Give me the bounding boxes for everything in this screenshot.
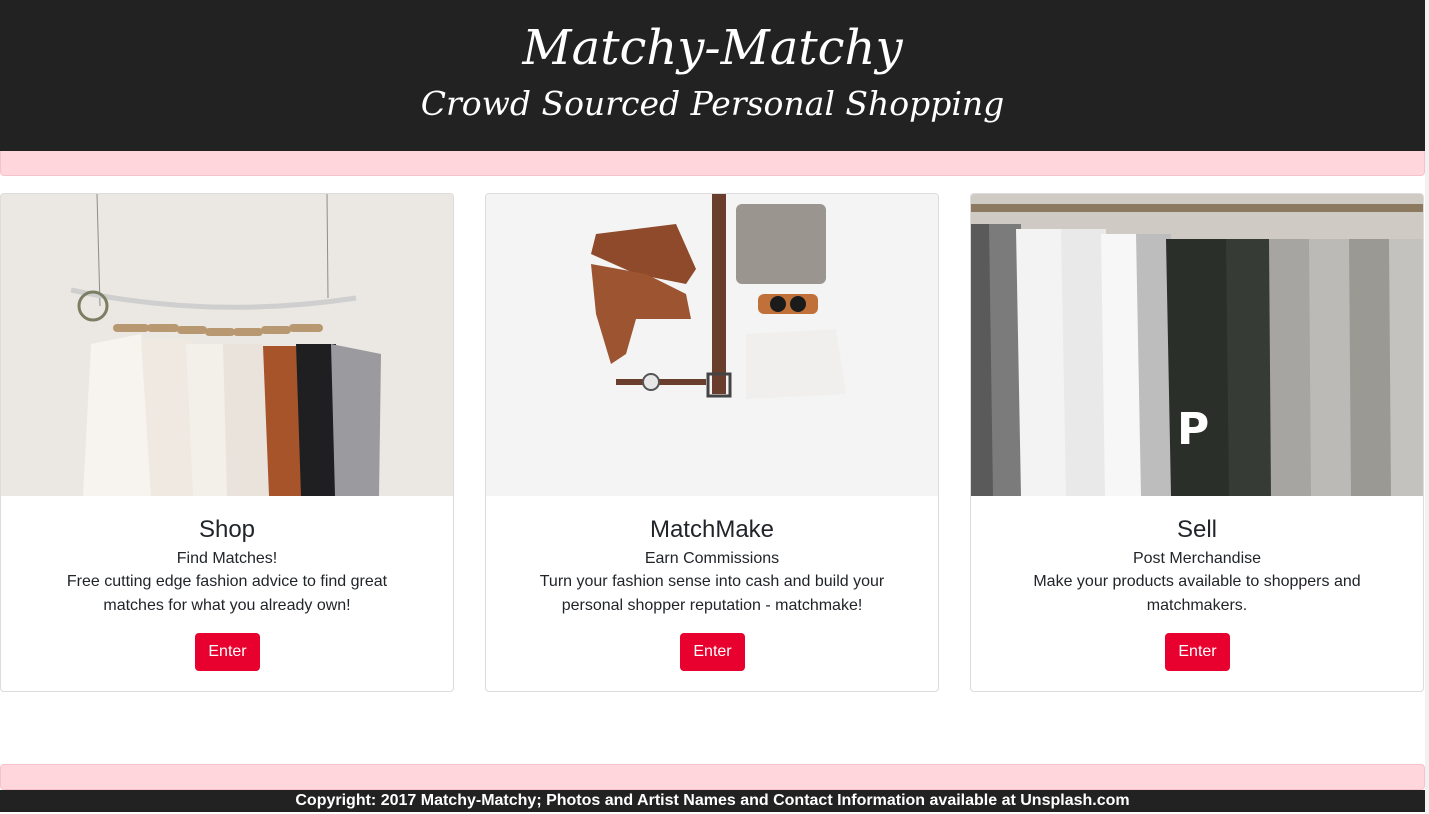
card-subtitle: Earn Commissions — [644, 550, 780, 567]
pink-banner-bottom — [0, 764, 1425, 790]
card-title: Shop — [198, 516, 256, 543]
page-edge — [1425, 0, 1429, 814]
card-title: MatchMake — [649, 516, 775, 543]
card-text: Free cutting edge fashion advice to find… — [66, 573, 388, 614]
site-title: Matchy-Matchy — [522, 20, 903, 76]
enter-button-shop[interactable]: Enter — [195, 633, 260, 671]
copyright-text: Copyright: 2017 Matchy-Matchy; Photos an… — [295, 792, 1130, 809]
card-text: Make your products available to shoppers… — [1033, 573, 1361, 614]
site-subtitle: Crowd Sourced Personal Shopping — [420, 84, 1005, 123]
card-matchmake: MatchMake Earn Commissions Turn your fas… — [485, 193, 939, 692]
outfit-flatlay-photo — [486, 194, 938, 496]
footer: Copyright: 2017 Matchy-Matchy; Photos an… — [0, 790, 1425, 812]
card-sell: P Sell Post Merchandise Make your produc… — [970, 193, 1424, 692]
card-shop: Shop Find Matches! Free cutting edge fas… — [0, 193, 454, 692]
card-subtitle: Find Matches! — [176, 550, 278, 567]
card-title: Sell — [1176, 516, 1218, 543]
card-text: Turn your fashion sense into cash and bu… — [539, 573, 885, 614]
pink-banner-top — [0, 151, 1425, 176]
clothes-hanging-photo — [1, 194, 453, 496]
card-subtitle: Post Merchandise — [1132, 550, 1262, 567]
clothing-rack-photo: P — [971, 194, 1423, 496]
site-header: Matchy-Matchy Crowd Sourced Personal Sho… — [0, 0, 1425, 151]
svg-text:P: P — [1177, 404, 1209, 455]
enter-button-sell[interactable]: Enter — [1165, 633, 1230, 671]
enter-button-matchmake[interactable]: Enter — [680, 633, 745, 671]
